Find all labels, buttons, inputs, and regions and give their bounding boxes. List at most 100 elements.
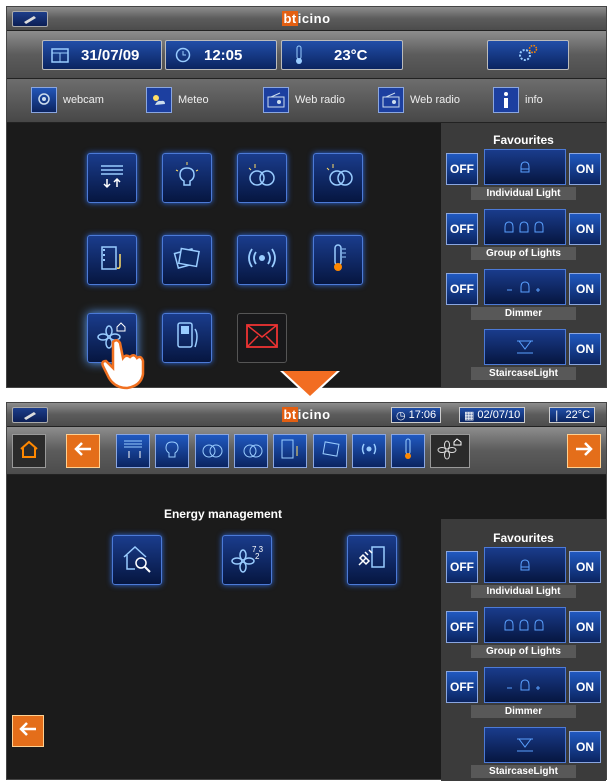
favourites-title: Favourites: [493, 133, 554, 147]
fav-group-of-lights: OFF ON: [446, 209, 601, 247]
fav-individual-light: OFF ON: [446, 547, 601, 585]
off-button[interactable]: OFF: [446, 551, 478, 583]
nav-lighting[interactable]: [155, 434, 189, 468]
time-display[interactable]: ◷ 17:06: [391, 407, 442, 423]
dimmer-icon[interactable]: [484, 667, 566, 703]
photos-icon: [319, 438, 341, 465]
energy-data-icon: 7 32: [231, 543, 264, 578]
arrow-left-icon: [18, 721, 38, 742]
menu-web-radio-1[interactable]: Web radio: [263, 87, 345, 113]
energy-data-tile[interactable]: 7 32: [222, 535, 272, 585]
date-display[interactable]: 31/07/09: [42, 40, 162, 70]
alarm-icon: [357, 438, 381, 465]
on-button[interactable]: ON: [569, 273, 601, 305]
on-button[interactable]: ON: [569, 333, 601, 365]
energy-management-screen: bticino ◷ 17:06 ▦ 02/07/10 ∣ 22°C Energy ma…: [6, 402, 607, 781]
dimmer-icon[interactable]: [484, 269, 566, 305]
off-button[interactable]: OFF: [446, 153, 478, 185]
individual-light-icon[interactable]: [484, 149, 566, 185]
back-button[interactable]: [66, 434, 100, 468]
load-control-tile[interactable]: [347, 535, 397, 585]
fav-dimmer: OFF ON: [446, 269, 601, 307]
nav-energy-management[interactable]: [430, 434, 470, 468]
fav-label: StaircaseLight: [471, 367, 576, 380]
nav-temperature[interactable]: [391, 434, 425, 468]
radio-icon: [378, 87, 404, 113]
nav-photo-album[interactable]: [313, 434, 347, 468]
on-button[interactable]: ON: [569, 153, 601, 185]
home-icon: [18, 439, 40, 464]
lighting-tile[interactable]: [162, 153, 212, 203]
menu-info[interactable]: info: [493, 87, 543, 113]
fav-dimmer: OFF ON: [446, 667, 601, 705]
on-button[interactable]: ON: [569, 611, 601, 643]
forward-button[interactable]: [567, 434, 601, 468]
clock-icon: [172, 44, 194, 66]
off-button[interactable]: OFF: [446, 213, 478, 245]
staircase-light-icon[interactable]: [484, 727, 566, 763]
on-button[interactable]: ON: [569, 671, 601, 703]
nav-scenarios[interactable]: [195, 434, 229, 468]
nav-bar: [7, 427, 606, 475]
alarm-tile[interactable]: [237, 235, 287, 285]
fav-label: Dimmer: [471, 705, 576, 718]
nav-multimedia[interactable]: [273, 434, 307, 468]
temperature-display[interactable]: ∣ 22°C: [549, 407, 596, 423]
fav-group-of-lights: OFF ON: [446, 607, 601, 645]
home-button[interactable]: [12, 434, 46, 468]
group-lights-icon[interactable]: [484, 607, 566, 643]
menu-meteo[interactable]: Meteo: [146, 87, 209, 113]
back-button-bottom[interactable]: [12, 715, 44, 747]
nav-scenario-programming[interactable]: [234, 434, 268, 468]
thermometer-icon: [324, 243, 352, 278]
title-bar: bticino ◷ 17:06 ▦ 02/07/10 ∣ 22°C: [7, 403, 606, 427]
video-door-entry-tile[interactable]: [162, 313, 212, 363]
load-monitoring-tile[interactable]: [112, 535, 162, 585]
fav-label: Dimmer: [471, 307, 576, 320]
fav-label: StaircaseLight: [471, 765, 576, 778]
favourites-panel: Favourites OFF ON Individual Light OFF O…: [441, 123, 606, 387]
nav-alarm[interactable]: [352, 434, 386, 468]
arrow-right-icon: [574, 441, 594, 462]
pointing-hand-icon: [101, 338, 147, 395]
fav-label: Group of Lights: [471, 247, 576, 260]
title-bar: bticino: [7, 7, 606, 31]
scenario-icon: [200, 438, 224, 465]
shutters-tile[interactable]: [87, 153, 137, 203]
shutters-icon: [122, 438, 144, 465]
individual-light-icon[interactable]: [484, 547, 566, 583]
meteo-icon: [146, 87, 172, 113]
off-button[interactable]: OFF: [446, 611, 478, 643]
group-lights-icon[interactable]: [484, 209, 566, 245]
date-text: 31/07/09: [81, 46, 140, 64]
thermometer-icon: [400, 437, 416, 466]
brand-logo: bticino: [282, 11, 331, 26]
menu-webcam[interactable]: webcam: [31, 87, 104, 113]
fav-label: Group of Lights: [471, 645, 576, 658]
transition-arrow-inner: [283, 371, 337, 396]
messages-tile[interactable]: [237, 313, 287, 363]
on-button[interactable]: ON: [569, 731, 601, 763]
plug-icon: [356, 543, 388, 578]
photo-album-tile[interactable]: [162, 235, 212, 285]
multimedia-tile[interactable]: [87, 235, 137, 285]
on-button[interactable]: ON: [569, 551, 601, 583]
gears-icon: [517, 44, 539, 66]
menu-row: webcam Meteo Web radio Web radio info: [7, 79, 606, 123]
on-button[interactable]: ON: [569, 213, 601, 245]
clock-icon: ◷: [396, 409, 406, 422]
off-button[interactable]: OFF: [446, 671, 478, 703]
date-display[interactable]: ▦ 02/07/10: [459, 407, 526, 423]
temperature-control-tile[interactable]: [313, 235, 363, 285]
nav-shutters[interactable]: [116, 434, 150, 468]
staircase-light-icon[interactable]: [484, 329, 566, 365]
bulb-icon: [161, 438, 183, 465]
temperature-display[interactable]: 23°C: [281, 40, 403, 70]
calendar-icon: ▦: [464, 409, 475, 422]
settings-button[interactable]: [487, 40, 569, 70]
off-button[interactable]: OFF: [446, 273, 478, 305]
scenarios-tile[interactable]: [237, 153, 287, 203]
scenario-programming-tile[interactable]: [313, 153, 363, 203]
time-display[interactable]: 12:05: [165, 40, 277, 70]
menu-web-radio-2[interactable]: Web radio: [378, 87, 460, 113]
